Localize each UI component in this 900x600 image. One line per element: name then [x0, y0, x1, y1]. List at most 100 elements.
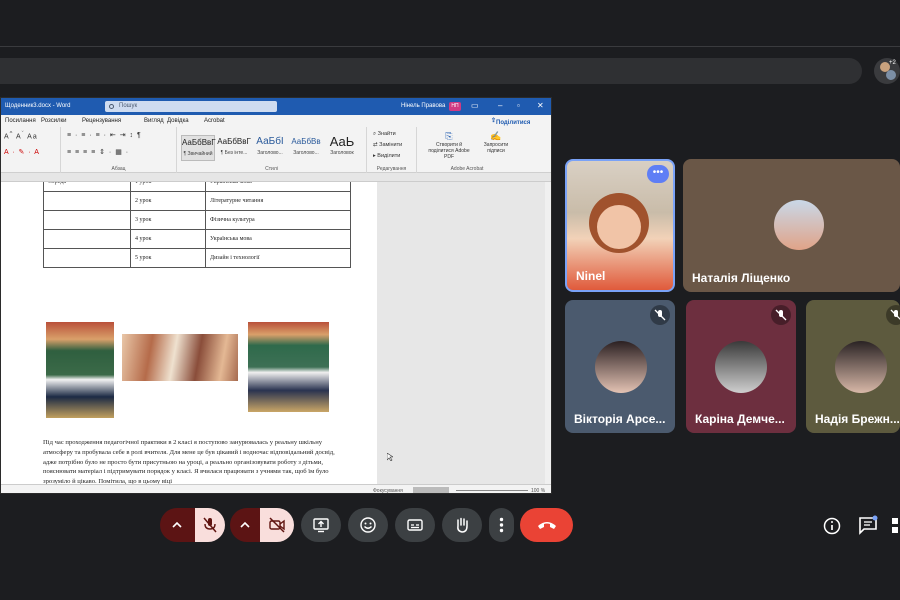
- participant-tile-viktoria[interactable]: Вікторія Арсе...: [565, 300, 675, 433]
- focus-mode[interactable]: Фокусування: [373, 488, 403, 493]
- table-cell: [43, 248, 131, 268]
- smiley-icon: [360, 517, 376, 533]
- table-cell: Літературне читання: [205, 191, 351, 211]
- present-button[interactable]: [301, 508, 341, 542]
- menu-acrobat[interactable]: Acrobat: [204, 118, 225, 124]
- top-divider: [0, 46, 900, 47]
- ribbon-paragraph-group: ≡ · ≡ · ≡ · ⇤ ⇥ ↕ ¶ ≡ ≡ ≡ ≡ ⇕ · ▦ · Абза…: [61, 127, 177, 173]
- participant-tile-karina[interactable]: Каріна Демче...: [686, 300, 796, 433]
- document-page[interactable]: Середа 1 урок Українська мова 2 урок Літера…: [1, 182, 377, 484]
- style-normal[interactable]: АаБбВвГ ¶ Звичайний: [181, 135, 216, 161]
- photo-children-group: [122, 334, 238, 381]
- raise-hand-button[interactable]: [442, 508, 482, 542]
- style-heading-2[interactable]: АаБбВв Заголово...: [289, 135, 323, 161]
- table-cell: [43, 229, 131, 249]
- ribbon-display-icon[interactable]: ▭: [471, 101, 479, 110]
- minimize-icon[interactable]: –: [498, 101, 502, 110]
- create-pdf-button[interactable]: ⎘ Створити й поділитися Adobe PDF: [423, 131, 475, 160]
- meeting-info-button[interactable]: [822, 516, 842, 536]
- menu-mailings[interactable]: Розсилки: [41, 118, 67, 124]
- table-row: 2 урок Літературне читання: [43, 191, 351, 211]
- captions-icon: [407, 519, 423, 531]
- menu-view[interactable]: Вигляд: [144, 118, 164, 124]
- activities-button[interactable]: [890, 516, 900, 536]
- mic-off-icon: [650, 305, 670, 325]
- acrobat-group-label: Adobe Acrobat: [450, 166, 484, 172]
- more-options-button[interactable]: [489, 508, 514, 542]
- restore-icon[interactable]: ▫: [517, 101, 520, 110]
- participant-name: Каріна Демче...: [695, 412, 785, 426]
- camera-options-button[interactable]: [230, 508, 260, 542]
- select-button[interactable]: ▸ Виділити: [373, 153, 400, 159]
- account-avatar[interactable]: +2: [874, 58, 900, 84]
- leave-call-button[interactable]: [520, 508, 573, 542]
- word-share-button[interactable]: ⇪ Поділитися: [491, 117, 547, 126]
- chat-icon: [859, 515, 878, 535]
- participant-tile-nadiia[interactable]: Надія Брежн...: [806, 300, 900, 433]
- table-row: Середа 1 урок Українська мова: [43, 182, 351, 192]
- table-cell: 1 урок: [130, 182, 206, 192]
- table-cell: [43, 191, 131, 211]
- word-menu-bar: Посилання Розсилки Рецензування Вигляд Д…: [1, 115, 551, 127]
- zoom-level: 100 %: [531, 488, 546, 494]
- mic-options-button[interactable]: [160, 508, 195, 542]
- more-options-icon[interactable]: •••: [647, 165, 669, 183]
- table-row: 4 урок Українська мова: [43, 229, 351, 249]
- camera-off-icon: [269, 517, 285, 533]
- word-status-bar: Фокусування 100 %: [1, 484, 551, 494]
- editing-group-label: Редагування: [376, 166, 407, 172]
- menu-review[interactable]: Рецензування: [82, 118, 121, 124]
- schedule-table: Середа 1 урок Українська мова 2 урок Літера…: [43, 182, 351, 268]
- chevron-up-icon: [172, 521, 182, 528]
- font-color-buttons[interactable]: A · ✎ · A: [4, 148, 40, 156]
- table-cell: Дизайн і технології: [205, 248, 351, 268]
- style-heading-1[interactable]: АаБбІ Заголово...: [253, 135, 287, 161]
- table-cell: 5 урок: [130, 248, 206, 268]
- avatar: [715, 341, 767, 393]
- menu-references[interactable]: Посилання: [5, 118, 36, 124]
- menu-help[interactable]: Довідка: [167, 118, 189, 124]
- word-user-name: Нінель Правова: [401, 103, 446, 109]
- style-no-spacing[interactable]: АаБбВвГ ¶ Без інте...: [217, 135, 251, 161]
- zoom-slider[interactable]: [456, 490, 528, 491]
- word-user-avatar[interactable]: НП: [449, 102, 461, 111]
- document-paragraph: Під час проходження педагогічної практик…: [43, 439, 335, 484]
- table-cell: 2 урок: [130, 191, 206, 211]
- table-row: 5 урок Дизайн і технології: [43, 248, 351, 268]
- account-badge: +2: [889, 60, 896, 66]
- avatar: [595, 341, 647, 393]
- word-search-box[interactable]: Пошук: [105, 101, 277, 112]
- document-scrollbar[interactable]: [545, 182, 551, 484]
- mic-off-icon: [771, 305, 791, 325]
- word-ribbon: A^ Aˇ Aa A · ✎ · A ≡ · ≡ · ≡ · ⇤ ⇥ ↕ ¶ ≡…: [1, 127, 551, 173]
- align-buttons[interactable]: ≡ ≡ ≡ ≡ ⇕ · ▦ ·: [67, 148, 129, 156]
- list-buttons[interactable]: ≡ · ≡ · ≡ · ⇤ ⇥ ↕ ¶: [67, 131, 142, 139]
- camera-button[interactable]: [260, 508, 294, 542]
- captions-button[interactable]: [395, 508, 435, 542]
- chat-button[interactable]: [857, 514, 879, 536]
- find-button[interactable]: ⌕ Знайти: [373, 131, 396, 138]
- avatar: [835, 341, 887, 393]
- participant-tile-ninel[interactable]: ••• Ninel: [565, 159, 675, 292]
- participant-tile-natalia[interactable]: Наталія Ліщенко: [683, 159, 900, 292]
- table-cell: Українська мова: [205, 182, 351, 192]
- browser-address-bar[interactable]: [0, 58, 862, 84]
- style-title[interactable]: АаЬ Заголовок: [325, 135, 359, 161]
- share-label: Поділитися: [496, 120, 531, 126]
- word-title-bar: Щоденник3.docx - Word Пошук Нінель Право…: [1, 98, 551, 115]
- ribbon-editing-group: ⌕ Знайти ⇄ Замінити ▸ Виділити Редагуван…: [367, 127, 417, 173]
- microphone-button[interactable]: [195, 508, 225, 542]
- table-cell: 3 урок: [130, 210, 206, 230]
- font-size-buttons[interactable]: A^ Aˇ Aa: [4, 131, 38, 140]
- close-icon[interactable]: ✕: [537, 101, 544, 110]
- reactions-button[interactable]: [348, 508, 388, 542]
- ribbon-font-group: A^ Aˇ Aa A · ✎ · A: [1, 127, 61, 173]
- view-buttons[interactable]: [413, 487, 449, 493]
- replace-button[interactable]: ⇄ Замінити: [373, 142, 402, 148]
- participant-name: Ninel: [576, 269, 606, 283]
- mouse-cursor-icon: [387, 453, 393, 461]
- ribbon-styles-group: АаБбВвГ ¶ Звичайний АаБбВвГ ¶ Без інте... …: [177, 127, 367, 173]
- request-signatures-button[interactable]: ✍ Запросити підписи: [479, 131, 513, 154]
- styles-group-label: Стилі: [265, 166, 278, 172]
- mic-off-icon: [203, 517, 217, 533]
